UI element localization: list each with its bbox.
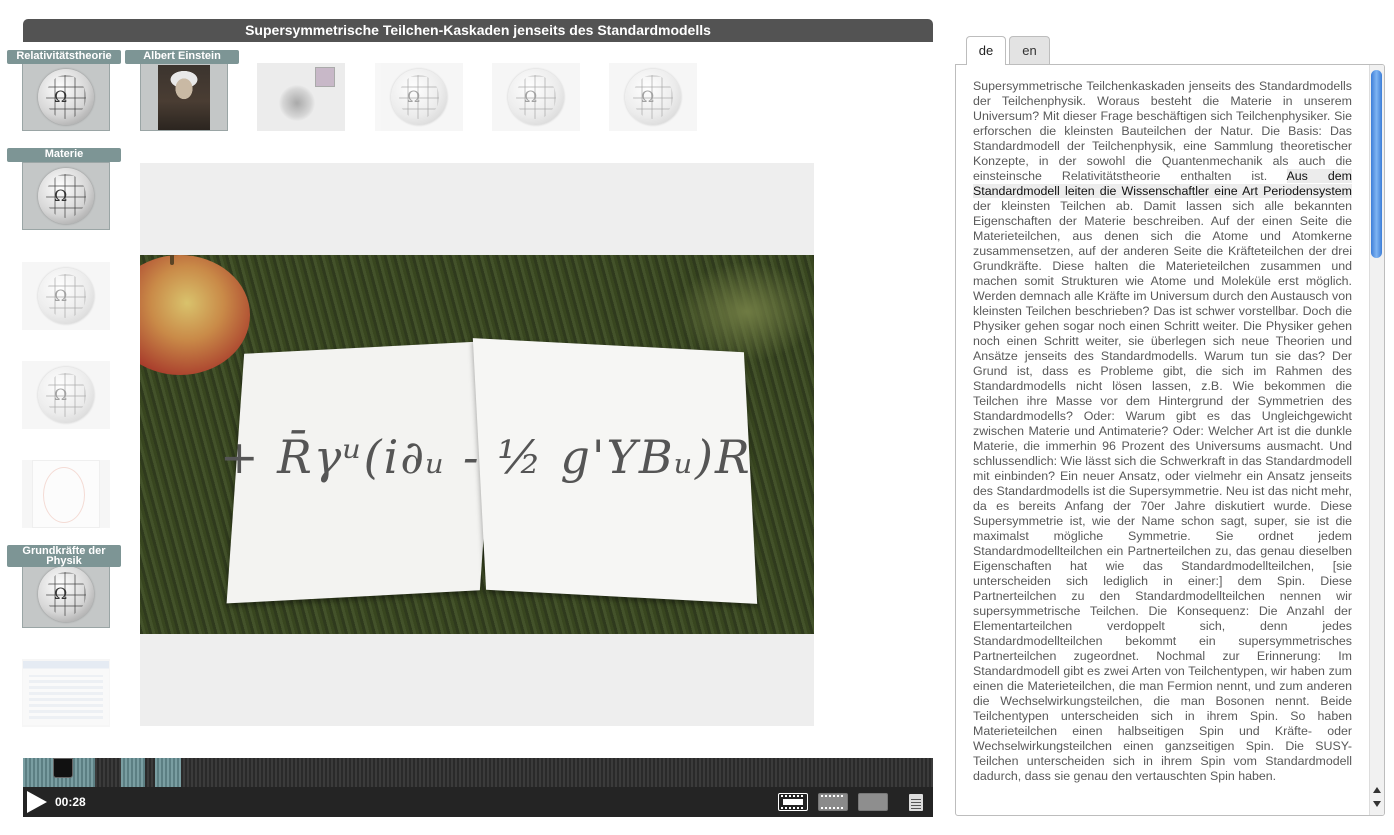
webpage-screenshot-icon (23, 661, 109, 725)
scroll-up-icon[interactable] (1373, 787, 1381, 793)
current-time: 00:28 (55, 795, 86, 809)
apple-image (140, 255, 250, 375)
thumbnail-wikipedia[interactable] (609, 63, 697, 131)
transcript-scrollbar[interactable] (1369, 65, 1384, 815)
transcript-text-before: Supersymmetrische Teilchenkaskaden jense… (973, 79, 1352, 183)
timeline-segment (155, 758, 181, 787)
scroll-down-icon[interactable] (1373, 801, 1381, 807)
handwritten-formula: + R̄γᵘ(i∂ᵤ - ½ g'YBᵤ)R (220, 430, 752, 484)
thumbnail-grundkraefte-der-physik[interactable] (22, 560, 110, 628)
player-controls: 00:28 (23, 787, 933, 817)
blurred-image-icon (257, 63, 345, 131)
wikipedia-globe-icon (38, 168, 94, 224)
thumbnail-label: Albert Einstein (125, 50, 239, 64)
wikipedia-globe-icon (38, 566, 94, 622)
thumbnail-label: Relativitätstheorie (7, 50, 121, 64)
wikipedia-globe-icon (391, 69, 447, 125)
wikipedia-globe-icon (38, 367, 94, 423)
thumbnail-materie[interactable] (22, 162, 110, 230)
thumbnail-wikipedia[interactable] (22, 361, 110, 429)
thumbnail-wikipedia[interactable] (492, 63, 580, 131)
thumbnail-webpage[interactable] (22, 659, 110, 727)
thumbnail-wikipedia[interactable] (22, 262, 110, 330)
transcript-document-icon[interactable] (909, 794, 923, 811)
wikipedia-globe-icon (38, 69, 94, 125)
layout-screen-icon[interactable] (858, 793, 888, 811)
transcript-text: Supersymmetrische Teilchenkaskaden jense… (973, 79, 1352, 784)
layout-filmstrip-icon[interactable] (818, 793, 848, 811)
transcript-panel[interactable]: Supersymmetrische Teilchenkaskaden jense… (955, 64, 1385, 816)
scrollbar-thumb[interactable] (1371, 70, 1382, 258)
thumbnail-label: Materie (7, 148, 121, 162)
timeline-segment (121, 758, 145, 787)
diagram-icon (32, 460, 100, 528)
thumbnail-relativitaetstheorie[interactable] (22, 63, 110, 131)
timeline-scrubber[interactable] (23, 758, 933, 787)
thumbnail-diagram[interactable] (22, 460, 110, 528)
einstein-portrait-icon (158, 64, 210, 130)
tab-de[interactable]: de (966, 36, 1006, 65)
tab-en[interactable]: en (1009, 36, 1050, 64)
layout-video-icon[interactable] (778, 793, 808, 811)
thumbnail-wikipedia[interactable] (375, 63, 463, 131)
thumbnail-image[interactable] (257, 63, 345, 131)
transcript-text-after: der kleinsten Teilchen ab. Damit lassen … (973, 199, 1352, 783)
thumbnail-label: Grundkräfte der Physik (7, 545, 121, 567)
video-title: Supersymmetrische Teilchen-Kaskaden jens… (23, 19, 933, 42)
wikipedia-globe-icon (625, 69, 681, 125)
timeline-handle[interactable] (53, 758, 73, 778)
wikipedia-globe-icon (38, 268, 94, 324)
thumbnail-albert-einstein[interactable] (140, 63, 228, 131)
play-icon[interactable] (27, 791, 47, 813)
video-frame[interactable]: + R̄γᵘ(i∂ᵤ - ½ g'YBᵤ)R (140, 255, 814, 634)
wikipedia-globe-icon (508, 69, 564, 125)
